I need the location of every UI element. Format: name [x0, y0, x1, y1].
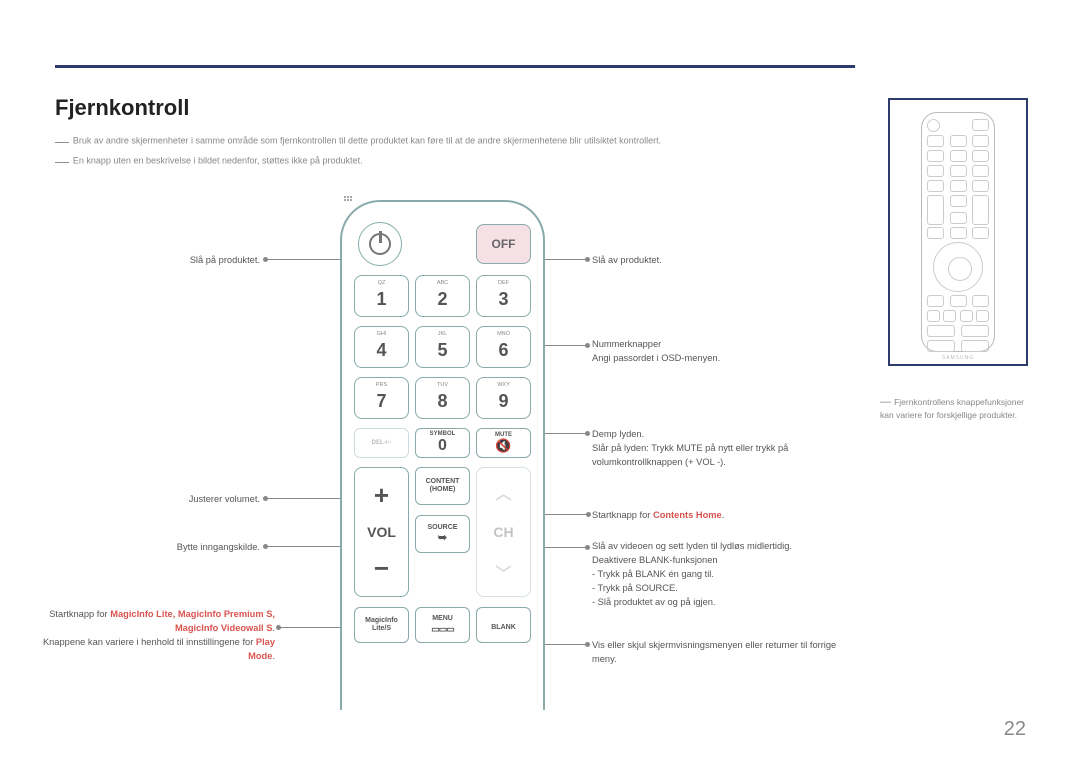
- callout-line: [267, 259, 342, 260]
- menu-button[interactable]: MENU ▭▭▭: [415, 607, 470, 643]
- keypad-3[interactable]: DEF3: [476, 275, 531, 317]
- keypad-0-symbol[interactable]: SYMBOL 0: [415, 428, 470, 458]
- power-icon: [369, 233, 391, 255]
- keypad-4[interactable]: GHI4: [354, 326, 409, 368]
- note-2-text: En knapp uten en beskrivelse i bildet ne…: [73, 155, 363, 165]
- note-1: ― Bruk av andre skjermenheter i samme om…: [55, 133, 661, 149]
- mute-icon: 🔇: [495, 438, 511, 454]
- remote-thumbnail: SAMSUNG: [921, 112, 995, 352]
- thumbnail-nav-wheel: [933, 242, 983, 292]
- label-source: Bytte inngangskilde.: [177, 541, 260, 555]
- thumbnail-brand: SAMSUNG: [927, 355, 989, 361]
- keypad-7[interactable]: PRS7: [354, 377, 409, 419]
- page-number: 22: [1004, 718, 1026, 741]
- label-off: Slå av produktet.: [592, 254, 662, 268]
- power-button[interactable]: [358, 222, 402, 266]
- chevron-down-icon: ﹀: [495, 560, 511, 584]
- del-button[interactable]: DEL-/--: [354, 428, 409, 458]
- chevron-up-icon: ︿: [495, 480, 511, 504]
- volume-rocker[interactable]: + VOL −: [354, 467, 409, 597]
- menu-icon: ▭▭▭: [431, 624, 454, 634]
- source-icon: ➥: [438, 532, 447, 544]
- ir-indicator-icon: [344, 196, 354, 201]
- off-button[interactable]: OFF: [476, 224, 531, 264]
- label-numbers: Nummerknapper Angi passordet i OSD-menye…: [592, 338, 832, 366]
- label-contents-home: Startknapp for Contents Home.: [592, 509, 724, 523]
- content-home-button[interactable]: CONTENT (HOME): [415, 467, 470, 505]
- note-2: ― En knapp uten en beskrivelse i bildet …: [55, 153, 363, 169]
- keypad-2[interactable]: ABC2: [415, 275, 470, 317]
- callout-line: [267, 498, 342, 499]
- label-blank: Slå av videoen og sett lyden til lydløs …: [592, 540, 862, 610]
- header-rule: [55, 65, 855, 68]
- keypad-9[interactable]: WXY9: [476, 377, 531, 419]
- label-menu: Vis eller skjul skjermvisningsmenyen ell…: [592, 639, 862, 667]
- note-1-text: Bruk av andre skjermenheter i samme områ…: [73, 135, 661, 145]
- mute-button[interactable]: MUTE 🔇: [476, 428, 531, 458]
- label-power-on: Slå på produktet.: [190, 254, 260, 268]
- keypad-5[interactable]: JKL5: [415, 326, 470, 368]
- thumbnail-note: ― Fjernkontrollens knappefunksjoner kan …: [880, 395, 1035, 422]
- remote-thumbnail-frame: SAMSUNG: [888, 98, 1028, 366]
- channel-rocker[interactable]: ︿ CH ﹀: [476, 467, 531, 597]
- callout-line: [540, 259, 586, 260]
- label-volume: Justerer volumet.: [189, 493, 260, 507]
- keypad-8[interactable]: TUV8: [415, 377, 470, 419]
- volume-down-icon: −: [374, 553, 389, 584]
- label-mute: Demp lyden. Slår på lyden: Trykk MUTE på…: [592, 428, 872, 470]
- magicinfo-button[interactable]: MagicInfo Lite/S: [354, 607, 409, 643]
- keypad-6[interactable]: MNO6: [476, 326, 531, 368]
- blank-button[interactable]: BLANK: [476, 607, 531, 643]
- volume-up-icon: +: [374, 480, 389, 511]
- source-button[interactable]: SOURCE ➥: [415, 515, 470, 553]
- page-title: Fjernkontroll: [55, 95, 189, 121]
- label-magicinfo: Startknapp for MagicInfo Lite, MagicInfo…: [25, 608, 275, 664]
- remote-diagram: OFF QZ1 ABC2 DEF3 GHI4 JKL5 MNO6 PRS7 TU…: [340, 200, 545, 710]
- keypad-1[interactable]: QZ1: [354, 275, 409, 317]
